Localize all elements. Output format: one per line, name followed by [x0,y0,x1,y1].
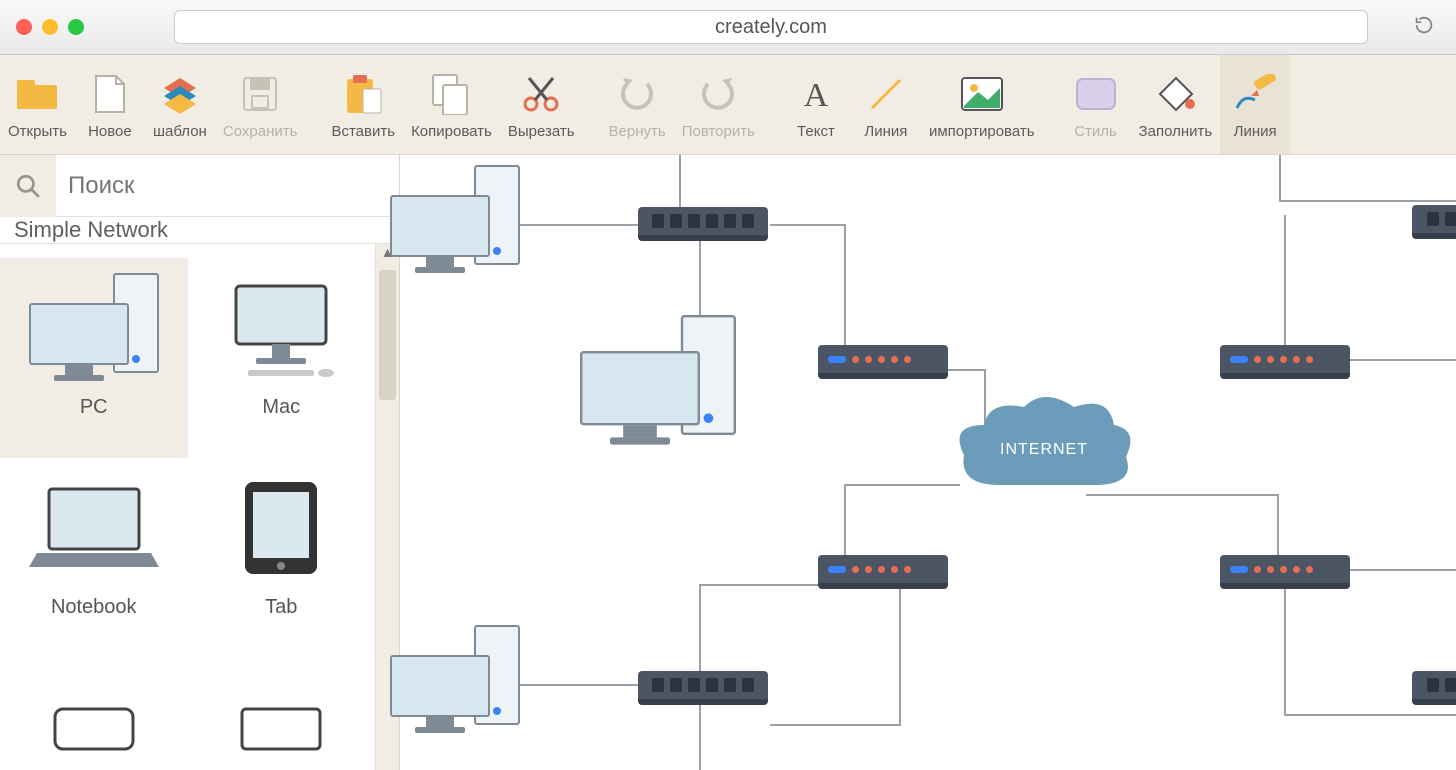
mac-icon [206,268,356,388]
line-button[interactable]: Линия [851,55,921,154]
wires-layer [400,155,1456,770]
node-pc-2[interactable] [580,315,710,425]
node-switch-edge-2[interactable] [1412,671,1456,705]
search-input[interactable] [56,172,399,200]
sidebar: Simple Network PC Mac [0,155,400,770]
image-icon [959,71,1005,117]
win-close-button[interactable] [16,19,32,35]
style-icon [1073,71,1119,117]
template-icon [157,71,203,117]
node-modem-4[interactable] [1220,555,1350,589]
copy-button[interactable]: Копировать [403,55,500,154]
line-icon [863,71,909,117]
fill-icon [1152,71,1198,117]
scissors-icon [518,71,564,117]
redo-icon [695,71,741,117]
node-modem-1[interactable] [818,345,948,379]
new-button[interactable]: Новое [75,55,145,154]
node-switch-1[interactable] [638,207,768,241]
node-switch-2[interactable] [638,671,768,705]
import-button[interactable]: импортировать [921,55,1043,154]
shape-extra-1[interactable] [0,658,188,770]
titlebar: creately.com [0,0,1456,55]
svg-text:A: A [804,77,829,114]
paste-icon [340,71,386,117]
open-button[interactable]: Открыть [0,55,75,154]
folder-icon [14,71,60,117]
url-text: creately.com [715,16,827,39]
redo-button[interactable]: Повторить [674,55,763,154]
toolbar: Открыть Новое шаблон Сохранить Вставить … [0,55,1456,155]
new-file-icon [87,71,133,117]
cloud-label: INTERNET [954,395,1134,505]
win-zoom-button[interactable] [68,19,84,35]
win-minimize-button[interactable] [42,19,58,35]
shape-category[interactable]: Simple Network [0,217,399,244]
scroll-thumb[interactable] [379,270,396,400]
fill-button[interactable]: Заполнить [1131,55,1221,154]
shape-notebook[interactable]: Notebook [0,458,188,658]
node-switch-edge-1[interactable] [1412,205,1456,239]
copy-icon [428,71,474,117]
shape-mac[interactable]: Mac [188,258,376,458]
node-pc-3[interactable] [390,625,520,735]
text-button[interactable]: A Текст [781,55,851,154]
search-icon[interactable] [0,155,56,217]
notebook-icon [19,468,169,588]
canvas[interactable]: INTERNET [400,155,1456,770]
style-button[interactable]: Стиль [1061,55,1131,154]
node-cloud[interactable]: INTERNET [954,395,1134,505]
undo-button[interactable]: Вернуть [601,55,674,154]
pencil-icon [1232,71,1278,117]
shape-tab[interactable]: Tab [188,458,376,658]
node-modem-3[interactable] [818,555,948,589]
undo-icon [614,71,660,117]
tablet-icon [206,468,356,588]
shape-pc[interactable]: PC [0,258,188,458]
save-button[interactable]: Сохранить [215,55,306,154]
template-button[interactable]: шаблон [145,55,215,154]
shape-extra-2[interactable] [188,658,376,770]
node-pc-1[interactable] [390,165,520,275]
url-field[interactable]: creately.com [174,10,1368,44]
reload-icon[interactable] [1408,14,1440,41]
save-icon [237,71,283,117]
node-modem-2[interactable] [1220,345,1350,379]
line-style-button[interactable]: Линия [1220,55,1290,154]
paste-button[interactable]: Вставить [323,55,403,154]
cut-button[interactable]: Вырезать [500,55,583,154]
text-icon: A [793,71,839,117]
pc-icon [19,268,169,388]
